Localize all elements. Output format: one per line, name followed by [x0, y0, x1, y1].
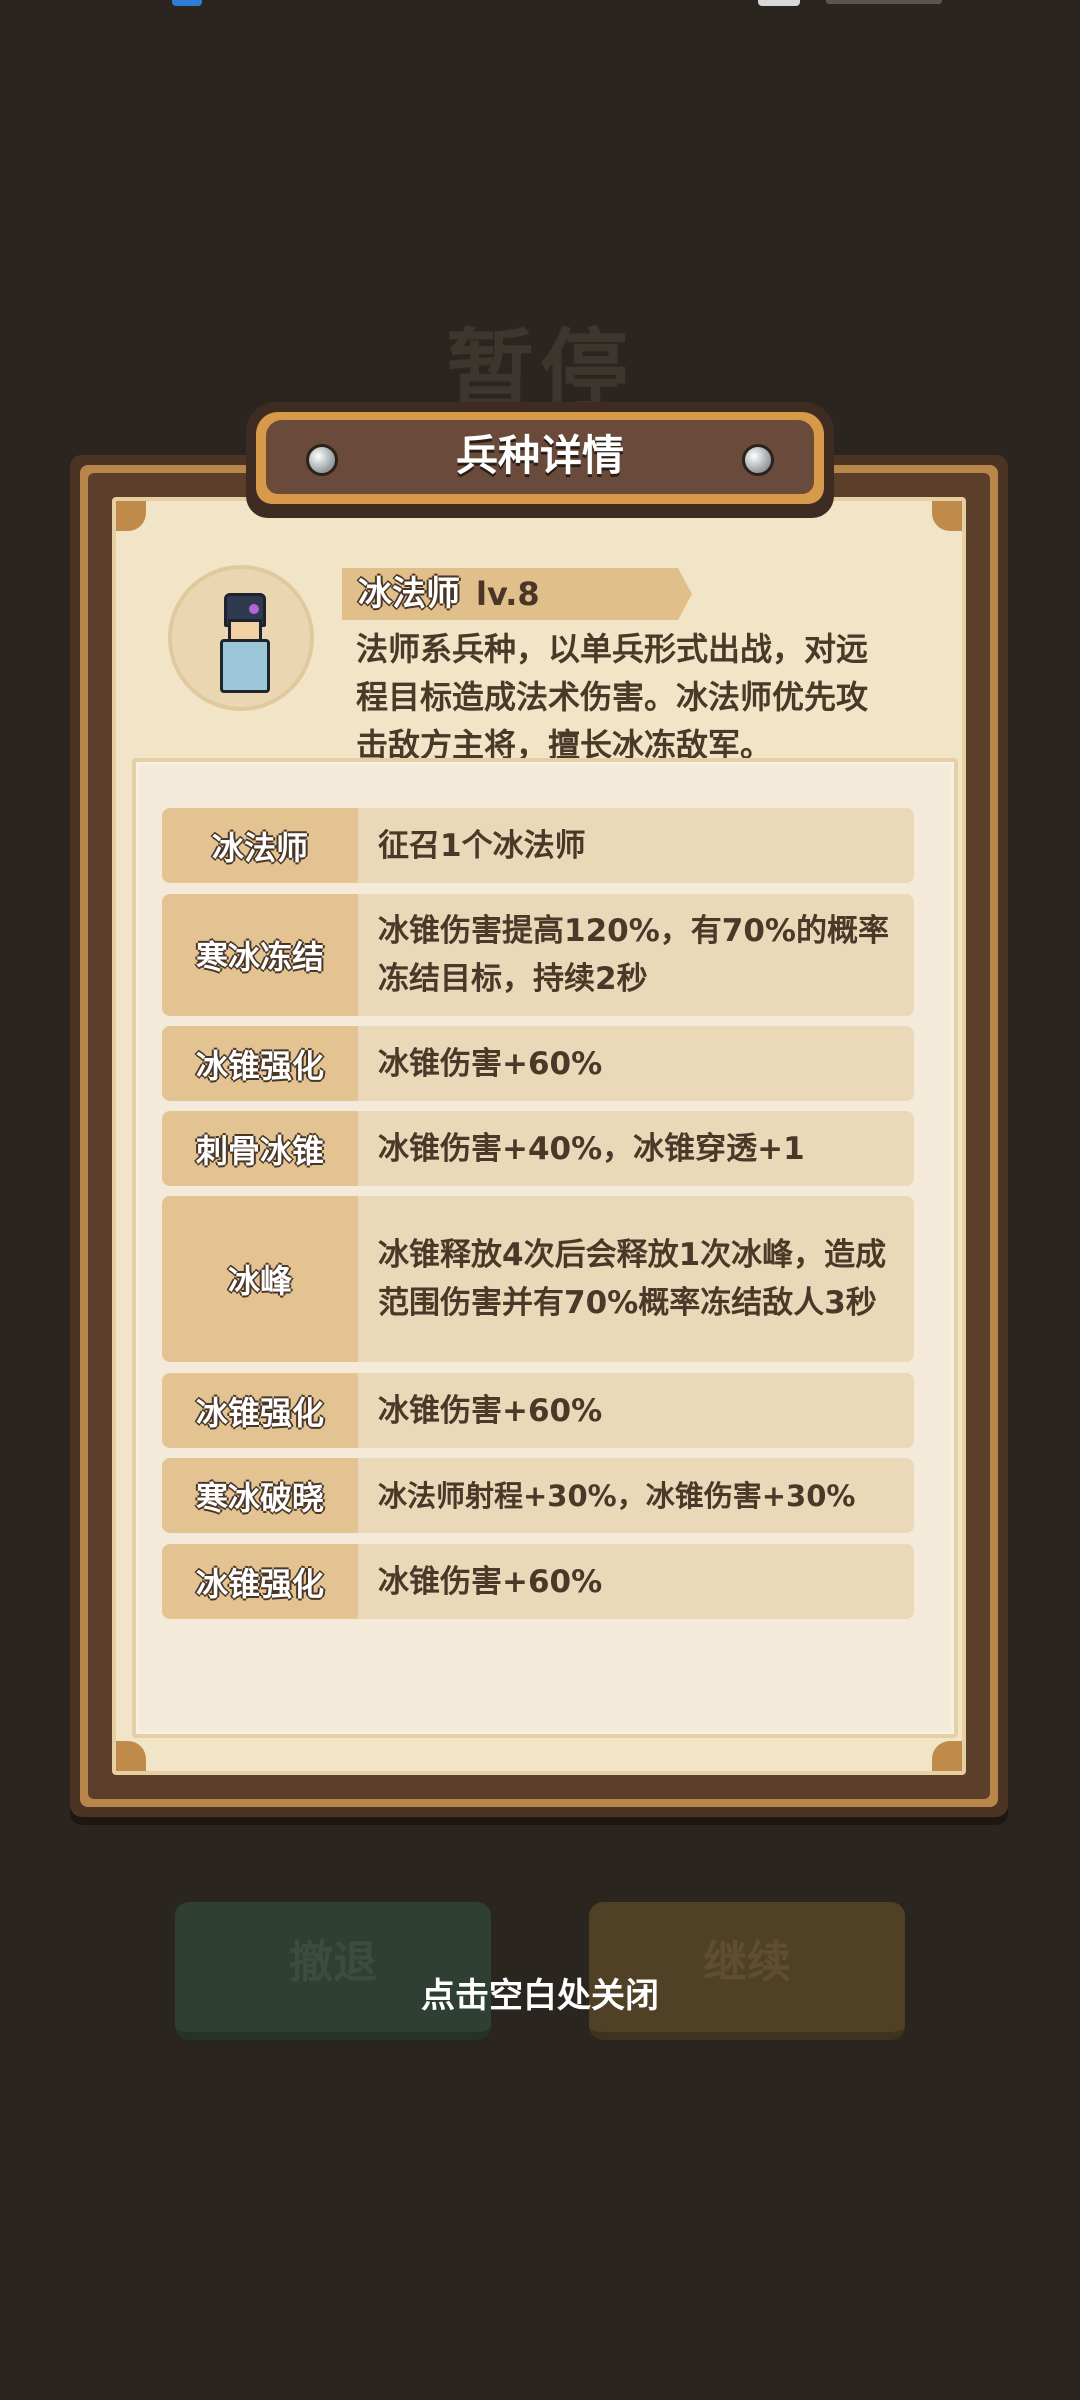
unit-name: 冰法师: [358, 574, 460, 614]
rivet-icon: [742, 444, 774, 476]
unit-level: lv.8: [476, 575, 540, 613]
skill-label: 冰峰: [162, 1196, 358, 1362]
skill-label: 寒冰破晓: [162, 1458, 358, 1533]
skill-row: 冰峰 冰锥释放4次后会释放1次冰峰，造成范围伤害并有70%概率冻结敌人3秒: [162, 1196, 914, 1362]
title-plaque: 兵种详情: [246, 402, 834, 518]
rivet-icon: [306, 444, 338, 476]
skill-value: 冰锥伤害+60%: [358, 1544, 914, 1619]
skill-row: 冰锥强化 冰锥伤害+60%: [162, 1026, 914, 1101]
skill-label: 冰锥强化: [162, 1026, 358, 1101]
skill-label: 冰锥强化: [162, 1544, 358, 1619]
skill-row: 寒冰破晓 冰法师射程+30%，冰锥伤害+30%: [162, 1458, 914, 1533]
status-icons: [826, 0, 942, 4]
skill-row: 寒冰冻结 冰锥伤害提高120%，有70%的概率冻结目标，持续2秒: [162, 894, 914, 1016]
status-indicator-icon: [172, 0, 202, 6]
skill-label: 冰锥强化: [162, 1373, 358, 1448]
skill-value: 冰法师射程+30%，冰锥伤害+30%: [358, 1458, 914, 1533]
status-icon: [758, 0, 800, 6]
skill-value: 征召1个冰法师: [358, 808, 914, 883]
skill-value: 冰锥释放4次后会释放1次冰峰，造成范围伤害并有70%概率冻结敌人3秒: [358, 1196, 914, 1362]
skill-row: 冰法师 征召1个冰法师: [162, 808, 914, 883]
status-bar: [0, 0, 1080, 10]
skill-label: 刺骨冰锥: [162, 1111, 358, 1186]
skill-value: 冰锥伤害提高120%，有70%的概率冻结目标，持续2秒: [358, 894, 914, 1016]
ice-mage-portrait-icon: [168, 565, 314, 711]
skill-row: 冰锥强化 冰锥伤害+60%: [162, 1373, 914, 1448]
skill-value: 冰锥伤害+60%: [358, 1026, 914, 1101]
panel-title: 兵种详情: [455, 431, 624, 480]
skill-row: 冰锥强化 冰锥伤害+60%: [162, 1544, 914, 1619]
skill-value: 冰锥伤害+40%，冰锥穿透+1: [358, 1111, 914, 1186]
skill-label: 寒冰冻结: [162, 894, 358, 1016]
unit-description: 法师系兵种，以单兵形式出战，对远程目标造成法术伤害。冰法师优先攻击敌方主将，擅长…: [356, 630, 869, 764]
close-hint[interactable]: 点击空白处关闭: [0, 1968, 1080, 2017]
skill-value: 冰锥伤害+60%: [358, 1373, 914, 1448]
skill-label: 冰法师: [162, 808, 358, 883]
skill-row: 刺骨冰锥 冰锥伤害+40%，冰锥穿透+1: [162, 1111, 914, 1186]
